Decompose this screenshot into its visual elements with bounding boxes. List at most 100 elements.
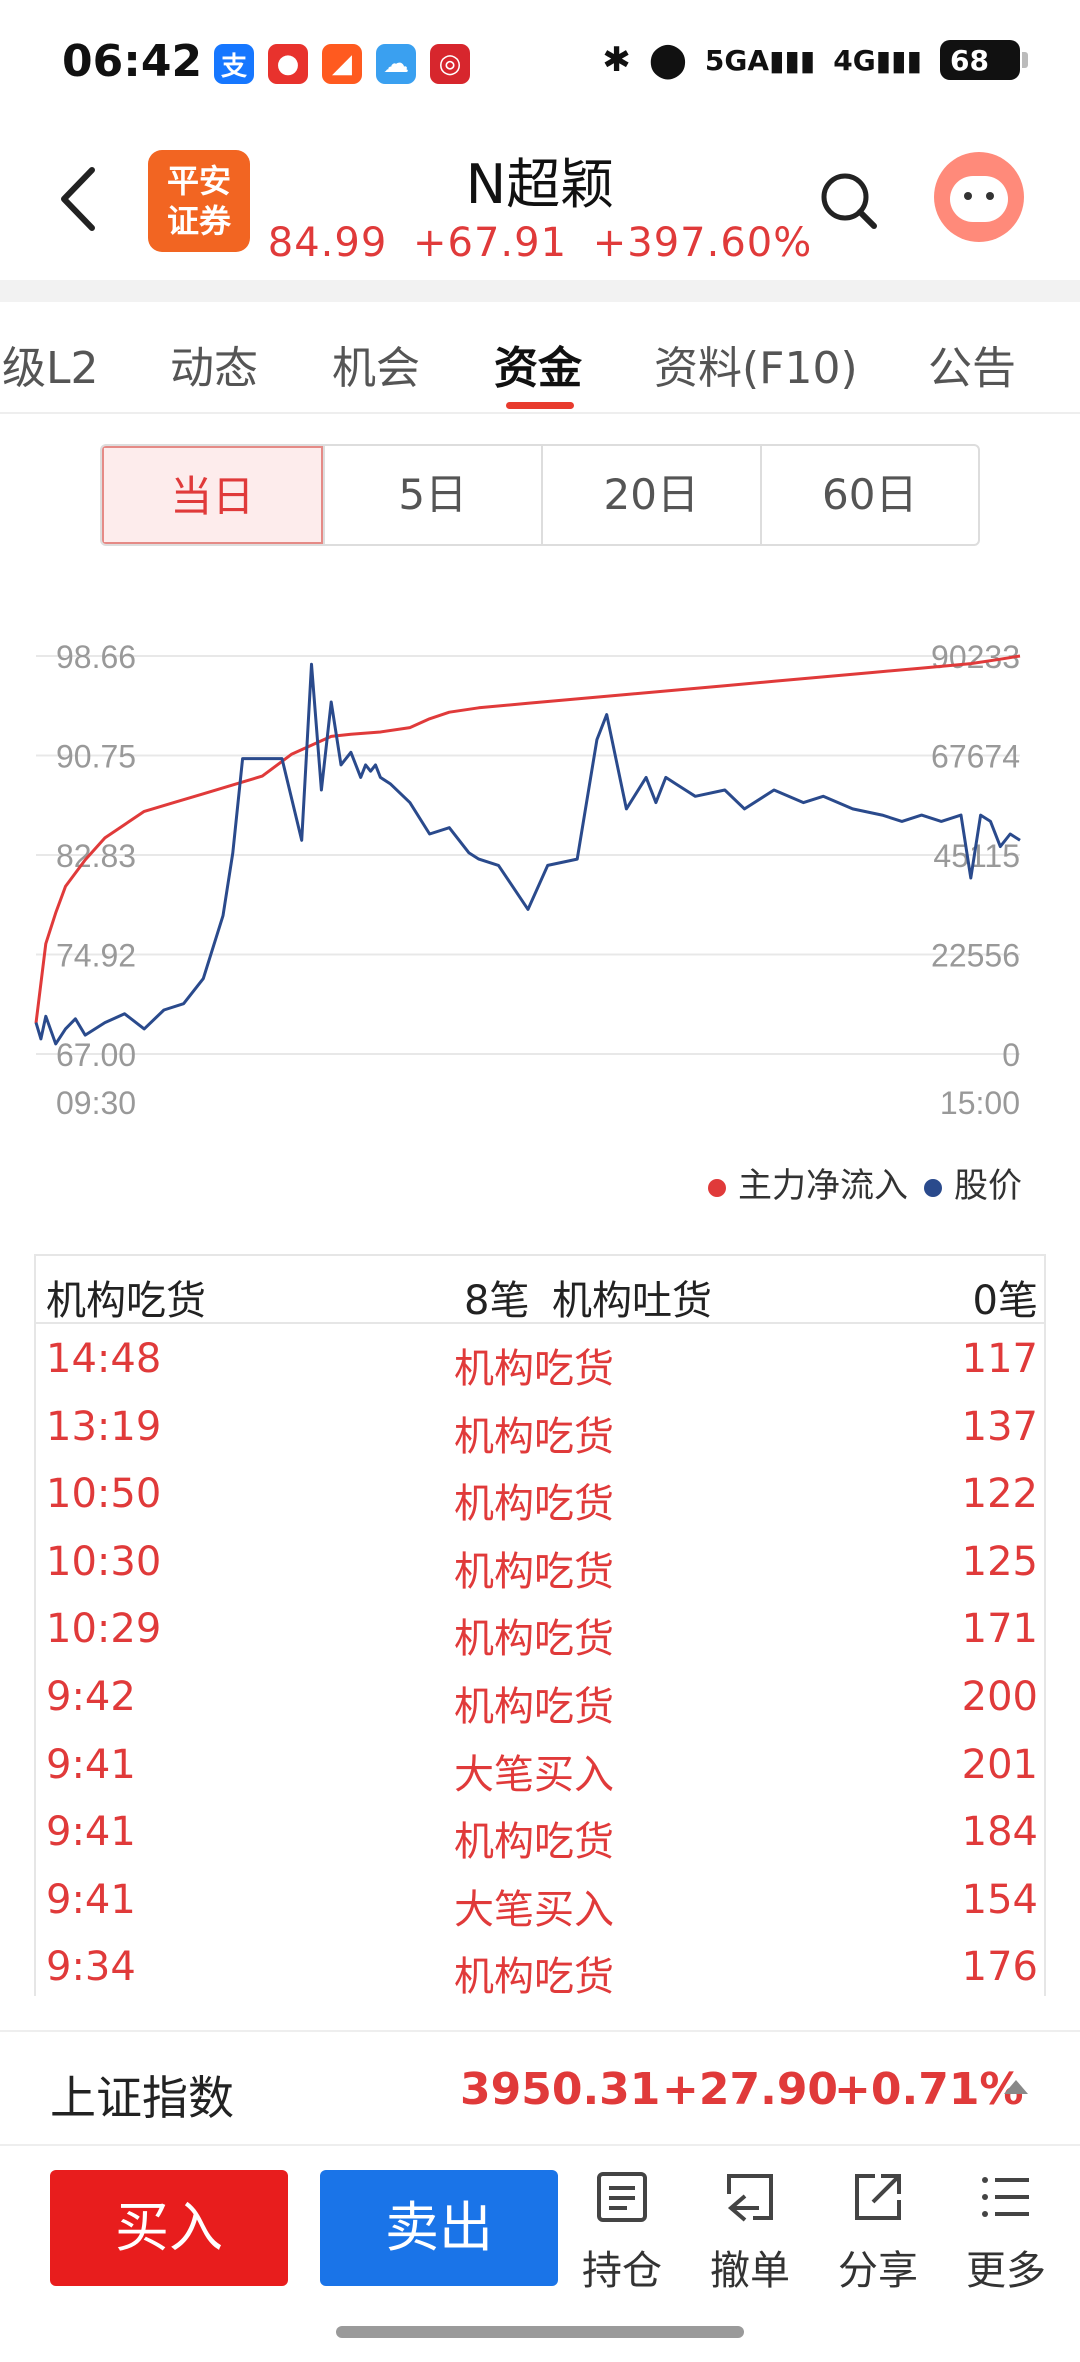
stock-header: 平安 证券 N超颖 84.99 +67.91 +397.60% — [0, 130, 1080, 280]
row-volume: 117 — [961, 1336, 1038, 1382]
location-icon: ⬤ — [648, 40, 687, 80]
row-type: 大笔买入 — [454, 1751, 614, 1798]
table-header: 机构吃货 8笔 机构吐货 0笔 — [36, 1256, 1044, 1324]
table-row[interactable]: 9:42 机构吃货 200 — [36, 1664, 1044, 1732]
row-time: 9:34 — [46, 1944, 136, 1991]
row-volume: 154 — [961, 1876, 1038, 1923]
tab-news[interactable]: 动态 — [170, 332, 258, 396]
battery-icon: 68 — [940, 40, 1028, 80]
market-index-bar[interactable]: 上证指数 3950.31 +27.90 +0.71% — [0, 2030, 1080, 2146]
cancel-order-label: 撤单 — [710, 2248, 790, 2294]
table-row[interactable]: 13:19 机构吃货 137 — [36, 1394, 1044, 1462]
period-20d[interactable]: 20日 — [541, 446, 760, 544]
table-row[interactable]: 9:41 大笔买入 201 — [36, 1732, 1044, 1800]
app-red-icon: ● — [268, 44, 308, 84]
row-time: 9:41 — [46, 1876, 136, 1923]
row-time: 9:41 — [46, 1741, 136, 1788]
row-volume: 137 — [961, 1403, 1038, 1450]
stock-price: 84.99 — [267, 220, 388, 266]
period-selector: 当日 5日 20日 60日 — [100, 444, 980, 546]
tab-announcements[interactable]: 公告 — [928, 332, 1016, 396]
row-type: 机构吃货 — [454, 1684, 614, 1730]
right-axis-tick-label: 22556 — [931, 938, 1020, 974]
index-change: +27.90 — [662, 2064, 839, 2115]
share-button[interactable]: 分享 — [818, 2170, 938, 2296]
stock-quote: 84.99 +67.91 +397.60% — [0, 220, 1080, 266]
table-row[interactable]: 9:41 机构吃货 184 — [36, 1799, 1044, 1867]
left-axis-tick-label: 74.92 — [56, 938, 136, 974]
header-sell-label: 机构吐货 — [552, 1278, 712, 1324]
table-row[interactable]: 9:41 大笔买入 154 — [36, 1867, 1044, 1935]
home-indicator[interactable] — [336, 2326, 744, 2338]
buy-button[interactable]: 买入 — [50, 2170, 288, 2286]
left-axis-tick-label: 98.66 — [56, 639, 136, 675]
capital-flow-chart-svg: 98.66 9023390.75 6767482.83 4511574.92 22556… — [34, 639, 1021, 1121]
period-5d[interactable]: 5日 — [322, 446, 542, 544]
row-type: 机构吃货 — [454, 1346, 614, 1392]
index-value: 3950.31 — [460, 2064, 661, 2115]
left-axis-tick-label: 90.75 — [56, 739, 136, 775]
stock-change-pct: +397.60% — [592, 220, 813, 266]
legend-price-dot — [924, 1178, 942, 1197]
stock-detail-page: 06:42 支 ● ◢ ☁ ◎ ✱ ⬤ 5GA▮▮▮ 4G▮▮▮ 68 平安 证券 N超… — [0, 0, 1080, 2362]
more-label: 更多 — [966, 2248, 1046, 2294]
row-volume: 122 — [961, 1471, 1038, 1518]
more-button[interactable]: 更多 — [946, 2170, 1066, 2296]
share-icon — [855, 2174, 901, 2220]
expand-up-icon[interactable] — [1004, 2080, 1028, 2094]
right-axis-tick-label: 67674 — [931, 739, 1020, 775]
tab-capital[interactable]: 资金 — [494, 332, 582, 396]
table-row[interactable]: 10:30 机构吃货 125 — [36, 1529, 1044, 1597]
header-buy-count: 8笔 — [464, 1278, 530, 1324]
inflow-series-line — [34, 654, 1021, 1024]
positions-icon — [597, 2172, 647, 2222]
row-time: 10:30 — [46, 1538, 162, 1585]
row-type: 大笔买入 — [454, 1886, 614, 1933]
alipay-icon: 支 — [214, 44, 254, 84]
row-volume: 184 — [961, 1809, 1038, 1856]
row-type: 机构吃货 — [454, 1819, 614, 1866]
row-time: 13:19 — [46, 1403, 162, 1450]
institution-trades-table: 机构吃货 8笔 机构吐货 0笔 14:48 机构吃货 117 13:19 机构吃货 137… — [34, 1254, 1046, 2000]
row-volume: 171 — [961, 1606, 1038, 1653]
row-type: 机构吃货 — [454, 1481, 614, 1528]
left-axis-tick-label: 67.00 — [56, 1037, 136, 1073]
table-row[interactable]: 14:48 机构吃货 117 — [36, 1326, 1044, 1394]
tab-opportunity[interactable]: 机会 — [332, 332, 420, 396]
stock-change: +67.91 — [413, 220, 568, 266]
period-60d[interactable]: 60日 — [759, 446, 979, 544]
tab-level2[interactable]: 级L2 — [2, 332, 99, 396]
x-axis-end-label: 15:00 — [940, 1085, 1020, 1121]
assistant-mascot-icon[interactable] — [934, 152, 1024, 242]
bank-icon: ◎ — [430, 44, 470, 84]
search-icon[interactable] — [818, 170, 880, 232]
cancel-order-icon — [727, 2174, 773, 2222]
table-row[interactable]: 10:50 机构吃货 122 — [36, 1461, 1044, 1529]
header-buy-label: 机构吃货 — [46, 1278, 206, 1324]
table-row[interactable]: 9:34 机构吃货 176 — [36, 1934, 1044, 2002]
legend-price-label: 股价 — [954, 1166, 1022, 1206]
row-type: 机构吃货 — [454, 1548, 614, 1595]
stock-name: N超颖 — [465, 153, 615, 216]
active-tab-indicator — [506, 402, 574, 409]
period-today[interactable]: 当日 — [102, 446, 323, 544]
sell-button[interactable]: 卖出 — [320, 2170, 558, 2286]
status-time: 06:42 — [62, 36, 203, 87]
signal-4g-icon: 4G▮▮▮ — [833, 43, 922, 77]
legend-price: 股价 — [924, 1158, 1022, 1207]
row-volume: 176 — [961, 1944, 1038, 1991]
cancel-order-button[interactable]: 撤单 — [690, 2170, 810, 2296]
more-list-icon — [982, 2177, 1029, 2217]
signal-5g-icon: 5GA▮▮▮ — [704, 43, 816, 77]
share-label: 分享 — [838, 2248, 918, 2294]
row-type: 机构吃货 — [454, 1413, 614, 1460]
legend-inflow: 主力净流入 — [708, 1158, 908, 1207]
weather-icon: ☁ — [376, 44, 416, 84]
row-time: 9:41 — [46, 1809, 136, 1856]
legend-inflow-label: 主力净流入 — [738, 1166, 908, 1206]
index-name: 上证指数 — [50, 2071, 234, 2125]
row-volume: 125 — [961, 1538, 1038, 1585]
table-row[interactable]: 10:29 机构吃货 171 — [36, 1596, 1044, 1664]
tab-profile-f10[interactable]: 资料(F10) — [654, 332, 858, 396]
positions-button[interactable]: 持仓 — [562, 2170, 682, 2296]
